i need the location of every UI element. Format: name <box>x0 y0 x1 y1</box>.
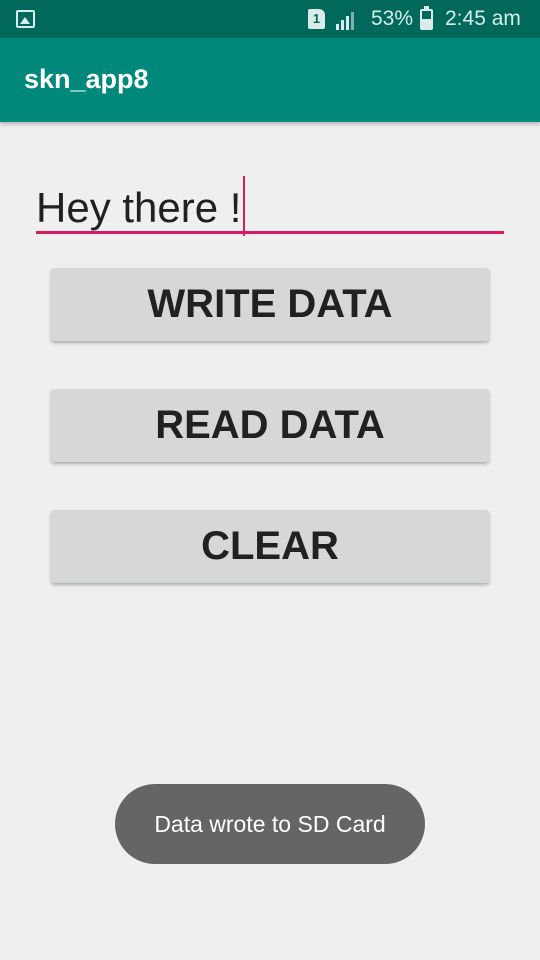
read-data-button[interactable]: READ DATA <box>51 389 489 462</box>
toast-message: Data wrote to SD Card <box>115 784 425 864</box>
gallery-icon <box>16 10 35 28</box>
status-clock: 2:45 am <box>445 7 521 30</box>
text-field-value[interactable]: Hey there ! <box>36 176 246 236</box>
signal-icon <box>336 12 354 30</box>
clear-button[interactable]: CLEAR <box>51 510 489 583</box>
text-field-text: Hey there ! <box>36 184 242 231</box>
app-title: skn_app8 <box>24 64 149 94</box>
text-cursor <box>243 176 246 236</box>
status-bar: 1 53% 2:45 am <box>0 0 540 38</box>
write-data-button[interactable]: WRITE DATA <box>51 268 489 341</box>
battery-charging-icon <box>420 6 433 30</box>
battery-percentage: 53% <box>371 7 414 30</box>
app-bar: skn_app8 <box>0 38 540 122</box>
data-text-field[interactable]: Hey there ! <box>36 164 504 236</box>
sim-icon: 1 <box>308 9 325 29</box>
